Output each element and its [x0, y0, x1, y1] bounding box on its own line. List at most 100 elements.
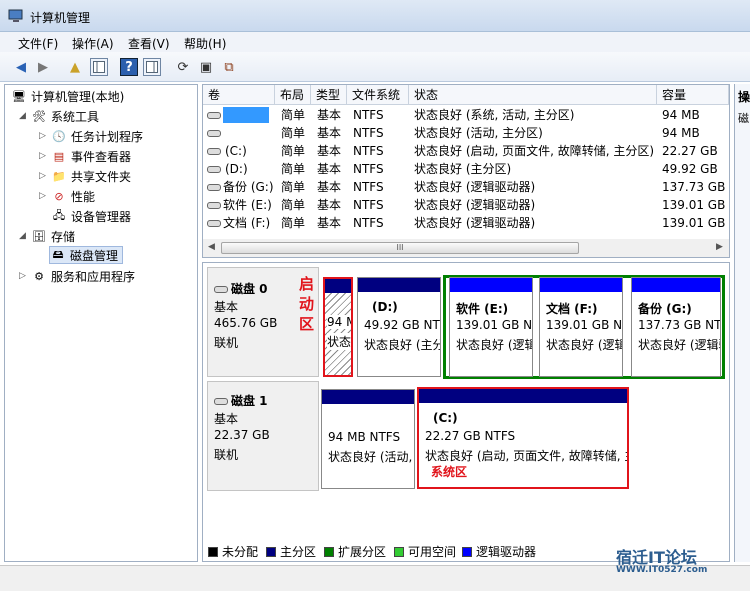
cell-volume: 文档 (F:): [223, 216, 271, 230]
computer-management-icon: 🖥: [12, 89, 26, 103]
cell-volume: 软件 (E:): [223, 198, 272, 212]
boot-annotation-3: 区: [299, 315, 315, 333]
show-tree-icon[interactable]: [90, 58, 108, 76]
menu-action[interactable]: 操作(A): [72, 35, 114, 52]
disk-1-partition-reserved[interactable]: 94 MB NTFS 状态良好 (活动, 主分区): [321, 389, 415, 489]
partition-bar: [632, 278, 720, 292]
action-pane-header: 操: [738, 90, 750, 104]
partition-size: 137.73 GB NTFS: [638, 318, 721, 332]
disk-0-partition-e[interactable]: 软件 (E:) 139.01 GB NTFS 状态良好 (逻辑驱动器): [449, 277, 533, 377]
tree-performance[interactable]: ⊘ 性能: [51, 187, 95, 205]
tree-shared-folders[interactable]: 📁 共享文件夹: [51, 167, 131, 185]
back-arrow-icon[interactable]: ◀: [12, 58, 30, 76]
table-row[interactable]: 简单 基本 NTFS 状态良好 (系统, 活动, 主分区) 94 MB: [203, 106, 729, 124]
cell-fs: NTFS: [353, 126, 384, 140]
expand-arrow-icon[interactable]: ▷: [39, 171, 46, 181]
scroll-right-arrow-icon[interactable]: ▶: [716, 242, 723, 252]
table-row[interactable]: 简单 基本 NTFS 状态良好 (活动, 主分区) 94 MB: [203, 124, 729, 142]
cell-capacity: 137.73 GB: [662, 180, 726, 194]
cell-layout: 简单: [281, 162, 306, 176]
show-action-pane-icon[interactable]: [143, 58, 161, 76]
cell-layout: 简单: [281, 216, 306, 230]
partition-status: 状态良好 (活动, 主分区): [328, 450, 414, 464]
help-icon[interactable]: ?: [120, 58, 138, 76]
collapse-arrow-icon[interactable]: ◢: [19, 111, 26, 121]
expand-arrow-icon[interactable]: ▷: [19, 271, 26, 281]
scrollbar-thumb[interactable]: III: [221, 242, 579, 254]
disk-1-label[interactable]: 磁盘 1 基本 22.37 GB 联机: [207, 381, 319, 491]
disk-0-partition-g[interactable]: 备份 (G:) 137.73 GB NTFS 状态良好 (逻辑驱动器): [631, 277, 721, 377]
table-row[interactable]: 软件 (E:) 简单 基本 NTFS 状态良好 (逻辑驱动器) 139.01 G…: [203, 196, 729, 214]
disk-management-icon: 🖴: [52, 247, 64, 261]
cell-volume: (D:): [225, 162, 248, 176]
tree-task-scheduler-label: 任务计划程序: [71, 129, 144, 144]
tree-disk-management[interactable]: 🖴 磁盘管理: [49, 246, 124, 264]
cell-status: 状态良好 (逻辑驱动器): [414, 198, 536, 212]
tree-event-viewer[interactable]: ▤ 事件查看器: [51, 147, 131, 165]
tree-storage[interactable]: 🗄 存储: [31, 227, 75, 245]
cell-fs: NTFS: [353, 108, 384, 122]
partition-status: 状态良好 (启动, 页面文件, 故障转储, 主分区): [425, 449, 627, 463]
expand-arrow-icon[interactable]: ▷: [39, 191, 46, 201]
tree-task-scheduler[interactable]: 🕓 任务计划程序: [51, 127, 143, 145]
partition-bar: [322, 390, 414, 404]
table-row[interactable]: (D:) 简单 基本 NTFS 状态良好 (主分区) 49.92 GB: [203, 160, 729, 178]
menu-help[interactable]: 帮助(H): [184, 35, 226, 52]
col-header-type[interactable]: 类型: [311, 85, 347, 105]
col-header-capacity[interactable]: 容量: [657, 85, 729, 105]
tree-disk-management-label: 磁盘管理: [70, 248, 119, 263]
export-icon[interactable]: ⧉: [220, 58, 238, 76]
up-folder-icon[interactable]: ▲: [66, 58, 84, 76]
tree-services[interactable]: ⚙ 服务和应用程序: [31, 267, 135, 285]
menu-file[interactable]: 文件(F): [18, 35, 58, 52]
properties-icon[interactable]: ▣: [197, 58, 215, 76]
disk-0-state: 联机: [214, 336, 239, 350]
disk-1-partition-c[interactable]: (C:) 22.27 GB NTFS 状态良好 (启动, 页面文件, 故障转储,…: [417, 387, 629, 489]
cell-volume: (C:): [225, 144, 247, 158]
action-pane-item[interactable]: 磁: [738, 110, 749, 126]
partition-size: 94 MB NTFS: [328, 430, 401, 444]
tree-root[interactable]: 🖥 计算机管理(本地): [11, 87, 124, 105]
col-header-filesystem[interactable]: 文件系统: [347, 85, 409, 105]
volume-drive-icon: [207, 196, 224, 214]
watermark-url: WWW.IT0527.com: [616, 565, 708, 575]
cell-type: 基本: [317, 180, 342, 194]
col-header-volume[interactable]: 卷: [203, 85, 275, 105]
disk-0-partition-d[interactable]: (D:) 49.92 GB NTFS 状态良好 (主分区): [357, 277, 441, 377]
table-row[interactable]: 文档 (F:) 简单 基本 NTFS 状态良好 (逻辑驱动器) 139.01 G…: [203, 214, 729, 232]
tree-system-tools[interactable]: 🛠 系统工具: [31, 107, 99, 125]
table-row[interactable]: (C:) 简单 基本 NTFS 状态良好 (启动, 页面文件, 故障转储, 主分…: [203, 142, 729, 160]
refresh-icon[interactable]: ⟳: [174, 58, 192, 76]
partition-title: 文档 (F:): [546, 302, 598, 316]
expand-arrow-icon[interactable]: ▷: [39, 151, 46, 161]
collapse-arrow-icon[interactable]: ◢: [19, 231, 26, 241]
col-header-status[interactable]: 状态: [409, 85, 657, 105]
volume-drive-icon: [207, 106, 224, 124]
col-header-layout[interactable]: 布局: [275, 85, 311, 105]
cell-fs: NTFS: [353, 216, 384, 230]
volume-drive-icon: [207, 142, 224, 160]
boot-annotation-1: 启: [299, 275, 315, 293]
partition-title: 备份 (G:): [638, 302, 692, 316]
volume-drive-icon: [207, 178, 224, 196]
legend-logical-drive: 逻辑驱动器: [462, 543, 536, 560]
disk-0-partition-f[interactable]: 文档 (F:) 139.01 GB NTFS 状态良好 (逻辑驱动器): [539, 277, 623, 377]
disk-0-partition-reserved[interactable]: 94 MB 状态良: [323, 277, 353, 377]
volume-drive-icon: [207, 160, 224, 178]
cell-type: 基本: [317, 126, 342, 140]
shared-folder-icon: 📁: [52, 169, 66, 183]
expand-arrow-icon[interactable]: ▷: [39, 131, 46, 141]
computer-management-icon: [8, 9, 24, 23]
selected-volume-name[interactable]: [223, 107, 269, 123]
table-row[interactable]: 备份 (G:) 简单 基本 NTFS 状态良好 (逻辑驱动器) 137.73 G…: [203, 178, 729, 196]
tree-device-manager[interactable]: 🖧 设备管理器: [51, 207, 131, 225]
partition-bar: [358, 278, 440, 292]
cell-capacity: 49.92 GB: [662, 162, 718, 176]
scroll-left-arrow-icon[interactable]: ◀: [208, 242, 215, 252]
tree-system-tools-label: 系统工具: [51, 109, 100, 124]
tree-root-label: 计算机管理(本地): [31, 89, 125, 104]
menu-view[interactable]: 查看(V): [128, 35, 170, 52]
partition-size: 22.27 GB NTFS: [425, 429, 516, 443]
navigation-tree: 🖥 计算机管理(本地) ◢ 🛠 系统工具 ▷ 🕓 任务计划程序 ▷ ▤ 事件查看…: [4, 84, 198, 562]
forward-arrow-icon[interactable]: ▶: [34, 58, 52, 76]
